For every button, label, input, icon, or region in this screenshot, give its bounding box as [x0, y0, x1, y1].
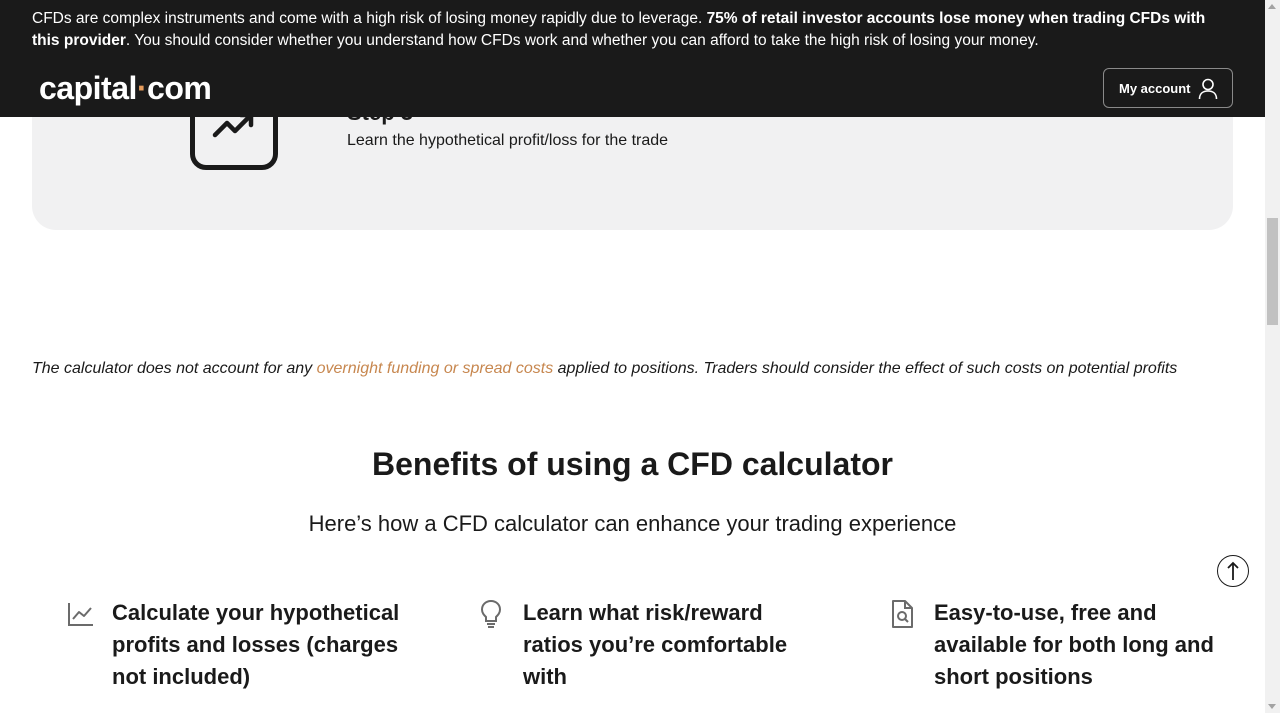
- scroll-to-top-button[interactable]: [1217, 555, 1249, 587]
- overnight-funding-link[interactable]: overnight funding or spread costs: [317, 360, 554, 377]
- calculator-disclaimer: The calculator does not account for any …: [32, 358, 1242, 380]
- site-header: CFDs are complex instruments and come wi…: [0, 0, 1265, 117]
- risk-warning-intro: CFDs are complex instruments and come wi…: [32, 10, 707, 27]
- logo-left: capital: [39, 70, 137, 106]
- risk-warning: CFDs are complex instruments and come wi…: [32, 8, 1232, 52]
- page-scrollbar[interactable]: [1265, 0, 1280, 713]
- my-account-label: My account: [1119, 80, 1191, 96]
- document-search-icon: [892, 600, 913, 628]
- step-description: Learn the hypothetical profit/loss for t…: [347, 132, 669, 149]
- benefit-text: Learn what risk/reward ratios you’re com…: [523, 600, 788, 689]
- benefit-text: Calculate your hypothetical profits and …: [112, 600, 400, 689]
- disclaimer-text-start: The calculator does not account for any: [32, 360, 317, 377]
- line-chart-icon: [68, 603, 93, 626]
- my-account-button[interactable]: My account: [1103, 68, 1233, 108]
- scrollbar-thumb[interactable]: [1267, 218, 1278, 325]
- scroll-down-arrow-icon[interactable]: [1268, 704, 1276, 709]
- logo-dot: ·: [136, 70, 148, 106]
- disclaimer-text-end: applied to positions. Traders should con…: [553, 360, 1178, 377]
- logo-right: com: [147, 70, 212, 106]
- benefits-subtitle: Here’s how a CFD calculator can enhance …: [308, 511, 957, 536]
- scroll-up-arrow-icon[interactable]: [1268, 4, 1276, 9]
- lightbulb-icon: [480, 599, 502, 628]
- arrow-up-icon: [1227, 561, 1239, 580]
- capital-com-logo[interactable]: capital·com: [39, 68, 212, 108]
- benefit-text: Easy-to-use, free and available for both…: [934, 600, 1214, 689]
- user-icon: [1198, 78, 1218, 100]
- benefits-title: Benefits of using a CFD calculator: [372, 446, 893, 482]
- risk-warning-outro: . You should consider whether you unders…: [125, 32, 1039, 49]
